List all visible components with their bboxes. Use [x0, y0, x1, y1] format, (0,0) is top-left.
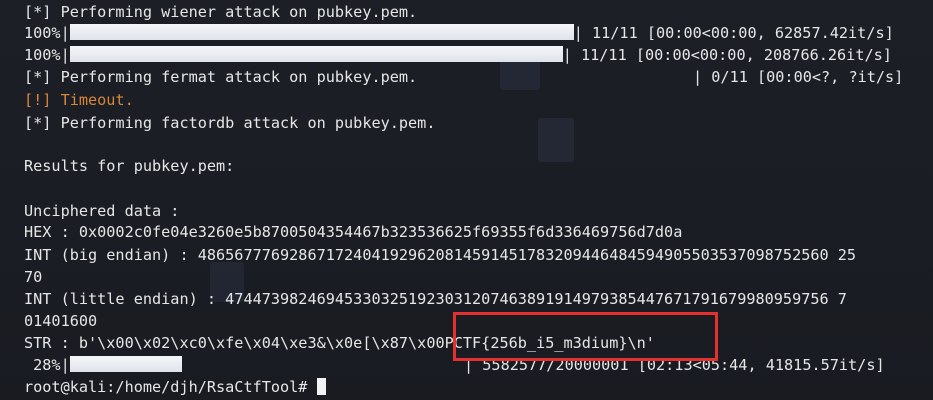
progress-stats: | 11/11 [00:00<00:00, 208766.26it/s]: [562, 46, 892, 64]
shell-prompt: root@kali:/home/djh/RsaCtfTool#: [24, 378, 317, 396]
results-heading: Results for pubkey.pem:: [24, 157, 235, 175]
progress-stats: | 11/11 [00:00<00:00, 62857.42it/s]: [573, 24, 894, 42]
hex-output: HEX : 0x0002c0fe04e3260e5b8700504354467b…: [24, 223, 683, 241]
progress-line-wiener-1: 100%| | 11/11 [00:00<00:00, 62857.42it/s]: [24, 23, 894, 44]
int-little-endian-cont: 01401600: [24, 312, 98, 330]
progress-bar: [69, 356, 182, 372]
progress-stats-fermat: | 0/11 [00:00<?, ?it/s]: [693, 68, 904, 86]
text-cursor: [316, 378, 326, 395]
int-big-endian: INT (big endian) : 486567776928671724041…: [24, 246, 857, 264]
output-line: [*] Performing wiener attack on pubkey.p…: [24, 3, 418, 21]
flag-highlight-box: [453, 312, 718, 361]
unciphered-label: Unciphered data :: [24, 202, 180, 220]
int-big-endian-cont: 70: [24, 268, 43, 286]
progress-line-wiener-2: 100%| | 11/11 [00:00<00:00, 208766.26it/s…: [24, 45, 892, 66]
timeout-warning: [!] Timeout.: [24, 91, 134, 109]
progress-bar: [69, 46, 563, 62]
int-little-endian: INT (little endian) : 474473982469453303…: [24, 290, 847, 308]
progress-percent: 28%|: [24, 356, 70, 374]
progress-percent: 100%|: [24, 24, 70, 42]
output-line: [*] Performing factordb attack on pubkey…: [24, 114, 436, 132]
terminal-window[interactable]: [*] Performing wiener attack on pubkey.p…: [0, 0, 933, 400]
progress-percent: 100%|: [24, 46, 70, 64]
progress-bar: [69, 24, 574, 40]
desktop-icon-ghost: [538, 118, 574, 162]
shell-prompt-line[interactable]: root@kali:/home/djh/RsaCtfTool#: [24, 377, 326, 398]
progress-line-bruteforce: 28%|: [24, 355, 182, 376]
output-line: [*] Performing fermat attack on pubkey.p…: [24, 68, 418, 86]
